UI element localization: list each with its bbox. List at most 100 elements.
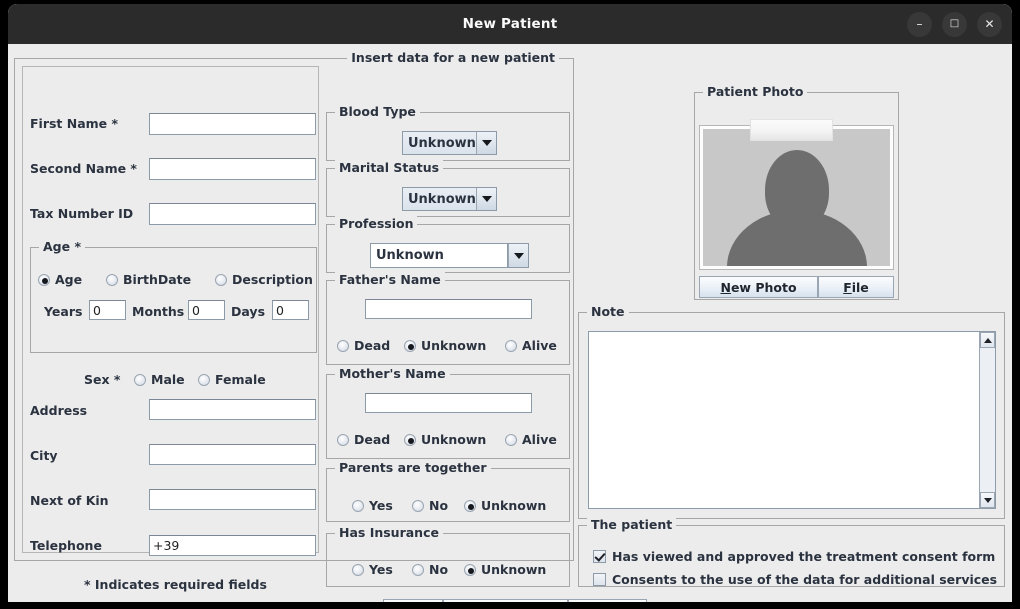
radio-dot-icon [404,433,416,446]
months-label: Months [132,304,185,319]
mothers-name-legend: Mother's Name [335,366,450,381]
radio-dot-icon [505,433,517,446]
checkbox-unchecked-icon [593,573,606,586]
first-name-input[interactable] [149,113,316,135]
maximize-icon[interactable]: □ [942,11,967,37]
mother-status-dead[interactable]: Dead [337,432,390,447]
blood-type-select[interactable]: Unknown [402,131,497,155]
radio-dot-icon [464,499,476,512]
file-mnemonic: F [843,279,852,295]
radio-dot-icon [352,563,364,576]
note-scrollbar[interactable] [979,332,995,508]
ok-button[interactable]: OK [383,599,443,602]
consent-data-label: Consents to the use of the data for addi… [612,572,998,587]
parents-together-no-label: No [429,498,449,513]
silhouette-body [726,210,867,266]
second-name-label: Second Name * [30,161,137,176]
months-input[interactable]: 0 [188,300,225,320]
title-bar: New Patient – □ ✕ [8,4,1012,44]
anamnesis-button[interactable]: Anamnesis [443,599,568,602]
note-textarea[interactable] [588,331,996,509]
parents-together-yes[interactable]: Yes [352,498,393,513]
tax-number-input[interactable] [149,203,316,225]
next-of-kin-input[interactable] [149,489,316,510]
chevron-down-icon [476,132,496,154]
second-name-input[interactable] [149,158,316,180]
mother-status-dead-label: Dead [354,432,391,447]
father-status-alive-label: Alive [522,338,557,353]
photo-overlay-artifact [750,119,833,141]
has-insurance-unknown[interactable]: Unknown [464,562,546,577]
parents-together-unknown[interactable]: Unknown [464,498,546,513]
age-group-legend: Age * [39,239,85,254]
note-text[interactable] [589,332,979,508]
has-insurance-yes[interactable]: Yes [352,562,393,577]
file-button[interactable]: File [818,276,894,298]
consent-data-checkbox[interactable]: Consents to the use of the data for addi… [593,572,997,587]
scroll-down-icon[interactable] [980,492,995,508]
father-status-unknown[interactable]: Unknown [404,338,486,353]
parents-together-legend: Parents are together [335,460,491,475]
scroll-up-icon[interactable] [980,332,995,348]
marital-status-select[interactable]: Unknown [402,187,497,211]
father-status-dead[interactable]: Dead [337,338,390,353]
close-icon[interactable]: ✕ [977,11,1002,37]
age-mode-age[interactable]: Age [38,272,82,287]
next-of-kin-label: Next of Kin [30,493,109,508]
city-label: City [30,448,58,463]
mother-status-unknown[interactable]: Unknown [404,432,486,447]
parents-together-no[interactable]: No [412,498,448,513]
insert-data-panel-legend: Insert data for a new patient [347,50,559,65]
chevron-down-icon [476,188,496,210]
mothers-name-input[interactable] [365,393,532,413]
years-input[interactable]: 0 [89,300,126,320]
note-legend: Note [587,304,629,319]
days-input[interactable]: 0 [272,300,309,320]
parents-together-panel: Parents are together [326,460,570,522]
address-input[interactable] [149,399,316,420]
required-fields-note: * Indicates required fields [84,577,267,592]
radio-dot-icon [134,373,146,386]
radio-dot-icon [412,563,424,576]
age-mode-birthdate[interactable]: BirthDate [106,272,191,287]
patient-photo-legend: Patient Photo [703,84,808,99]
address-label: Address [30,403,88,418]
has-insurance-no[interactable]: No [412,562,448,577]
mother-status-alive[interactable]: Alive [505,432,557,447]
has-insurance-no-label: No [429,562,449,577]
sex-female-label: Female [215,372,266,387]
consent-treatment-checkbox[interactable]: Has viewed and approved the treatment co… [593,549,995,564]
new-photo-mnemonic: N [720,279,731,295]
age-mode-description[interactable]: Description [215,272,313,287]
radio-dot-icon [38,273,50,286]
age-mode-birthdate-label: BirthDate [123,272,192,287]
radio-dot-icon [198,373,210,386]
father-status-unknown-label: Unknown [421,338,487,353]
patient-photo-placeholder-icon [703,129,890,266]
profession-value[interactable]: Unknown [371,244,508,267]
radio-dot-icon [464,563,476,576]
radio-dot-icon [404,339,416,352]
has-insurance-unknown-label: Unknown [481,562,547,577]
sex-male[interactable]: Male [134,372,185,387]
consent-treatment-label: Has viewed and approved the treatment co… [612,549,996,564]
telephone-input[interactable]: +39 [149,535,316,556]
chevron-down-icon [508,244,528,267]
sex-female[interactable]: Female [198,372,266,387]
profession-legend: Profession [335,216,418,231]
first-name-label: First Name * [30,116,119,131]
city-input[interactable] [149,444,316,465]
cancel-button[interactable]: Cancel [568,599,647,602]
radio-dot-icon [412,499,424,512]
checkbox-checked-icon [593,550,606,563]
minimize-icon[interactable]: – [907,11,932,37]
window-title: New Patient [462,16,558,32]
profession-select[interactable]: Unknown [370,243,529,268]
father-status-alive[interactable]: Alive [505,338,557,353]
fathers-name-input[interactable] [365,299,532,319]
radio-dot-icon [352,499,364,512]
blood-type-legend: Blood Type [335,104,420,119]
sex-male-label: Male [151,372,185,387]
father-status-dead-label: Dead [354,338,391,353]
new-photo-button[interactable]: New Photo [699,276,818,298]
